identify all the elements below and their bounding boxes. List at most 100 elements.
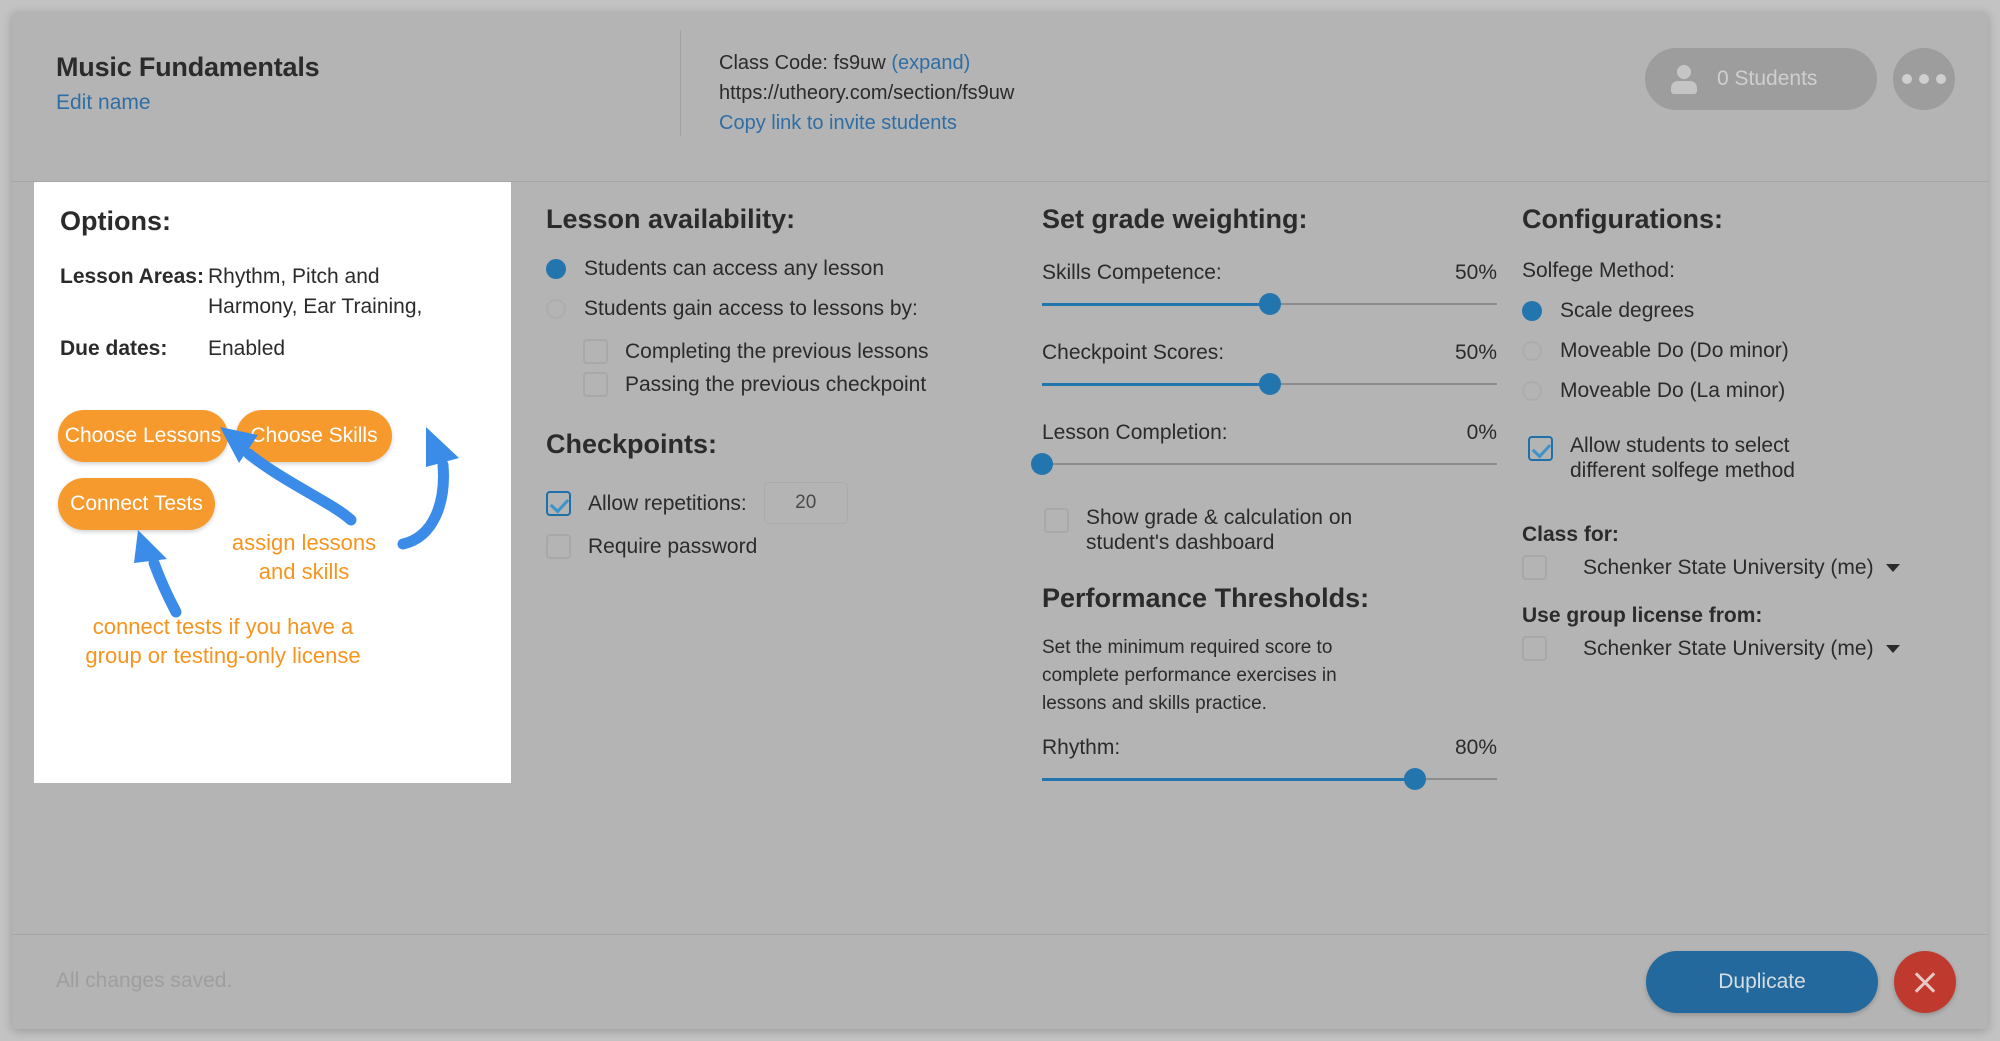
- annotation-assign: assign lessons and skills: [214, 528, 394, 586]
- checkbox-label: Completing the previous lessons: [625, 340, 929, 363]
- class-url: https://utheory.com/section/fs9uw: [719, 82, 1015, 104]
- slider-rhythm: Rhythm: 80%: [1042, 736, 1497, 790]
- radio-label: Moveable Do (La minor): [1560, 379, 1786, 402]
- expand-link[interactable]: (expand): [891, 52, 970, 74]
- checkbox-icon-unchecked: [546, 534, 571, 559]
- class-for-select[interactable]: Schenker State University (me): [1583, 556, 1900, 580]
- choose-skills-button[interactable]: Choose Skills: [236, 410, 392, 462]
- header-actions: 0 Students: [1645, 48, 1955, 110]
- title-block: Music Fundamentals Edit name: [56, 52, 320, 115]
- column-configurations: Configurations: Solfege Method: Scale de…: [1522, 204, 1942, 661]
- modal-header: Music Fundamentals Edit name Class Code:…: [12, 12, 1988, 182]
- checkbox-icon-unchecked[interactable]: [1522, 636, 1547, 661]
- radio-row-gain-access[interactable]: Students gain access to lessons by:: [546, 297, 976, 321]
- annotation-connect-line1: connect tests if you have a: [92, 614, 354, 639]
- class-for-value: Schenker State University (me): [1583, 555, 1874, 579]
- slider-lesson-completion: Lesson Completion: 0%: [1031, 421, 1497, 475]
- group-license-group: Use group license from: Schenker State U…: [1522, 604, 1942, 661]
- radio-icon-unselected: [1522, 381, 1542, 401]
- more-options-button[interactable]: [1893, 48, 1955, 110]
- annotation-connect-line2: group or testing-only license: [85, 643, 361, 668]
- lesson-availability-title: Lesson availability:: [546, 204, 796, 234]
- ellipsis-icon: [1919, 74, 1929, 84]
- group-license-select[interactable]: Schenker State University (me): [1583, 637, 1900, 661]
- checkbox-row-allow-solfege-select[interactable]: Allow students to select different solfe…: [1528, 433, 1868, 483]
- solfege-method-label: Solfege Method:: [1522, 259, 1675, 282]
- checkpoints-title: Checkpoints:: [546, 429, 718, 459]
- group-license-label: Use group license from:: [1522, 604, 1763, 627]
- class-for-label: Class for:: [1522, 523, 1619, 546]
- students-count-label: 0 Students: [1717, 67, 1818, 90]
- annotation-connect: connect tests if you have a group or tes…: [48, 612, 398, 670]
- thresholds-description: Set the minimum required score to comple…: [1042, 637, 1337, 714]
- slider-track[interactable]: [1042, 373, 1497, 395]
- checkbox-icon-checked: [1528, 436, 1553, 461]
- radio-row-moveable-la-minor[interactable]: Moveable Do (La minor): [1522, 379, 1942, 403]
- class-for-row[interactable]: Schenker State University (me): [1522, 555, 1942, 580]
- close-button[interactable]: [1894, 951, 1956, 1013]
- copy-invite-link[interactable]: Copy link to invite students: [719, 108, 1014, 138]
- slider-knob[interactable]: [1404, 768, 1427, 790]
- chevron-down-icon: [1885, 563, 1900, 572]
- annotation-assign-line1: assign lessons: [231, 530, 377, 555]
- class-code-line: Class Code: fs9uw (expand): [719, 48, 1014, 78]
- radio-row-scale-degrees[interactable]: Scale degrees: [1522, 299, 1942, 323]
- checkbox-icon-checked: [546, 490, 571, 516]
- group-license-row[interactable]: Schenker State University (me): [1522, 636, 1942, 661]
- radio-icon-unselected: [546, 299, 566, 319]
- column-grading: Set grade weighting: Skills Competence: …: [1031, 204, 1497, 790]
- checkbox-row-allow-repetitions[interactable]: Allow repetitions: 20: [546, 482, 976, 524]
- page-title: Music Fundamentals: [56, 52, 320, 82]
- checkbox-label: Show grade & calculation on student's da…: [1086, 506, 1353, 554]
- radio-label: Moveable Do (Do minor): [1560, 339, 1789, 362]
- radio-label: Students gain access to lessons by:: [584, 297, 918, 320]
- slider-track[interactable]: [1042, 768, 1497, 790]
- checkbox-row-show-grade[interactable]: Show grade & calculation on student's da…: [1044, 505, 1374, 555]
- slider-skills-competence: Skills Competence: 50%: [1042, 261, 1497, 315]
- performance-thresholds-title: Performance Thresholds:: [1042, 583, 1370, 613]
- choose-lessons-button[interactable]: Choose Lessons: [58, 410, 228, 462]
- slider-checkpoint-scores: Checkpoint Scores: 50%: [1042, 341, 1497, 395]
- slider-value: 50%: [1454, 261, 1497, 284]
- availability-sub-checkboxes: Completing the previous lessons Passing …: [583, 339, 976, 397]
- checkbox-label: Allow repetitions:: [588, 491, 747, 515]
- radio-icon-selected: [1522, 301, 1542, 321]
- slider-knob[interactable]: [1031, 453, 1053, 475]
- slider-track[interactable]: [1042, 293, 1497, 315]
- option-key: Lesson Areas:: [60, 265, 204, 288]
- checkbox-row-passing-checkpoint[interactable]: Passing the previous checkpoint: [583, 372, 976, 397]
- slider-label: Skills Competence:: [1042, 261, 1222, 284]
- modal-body: Options: Lesson Areas: Rhythm, Pitch and…: [12, 182, 1988, 934]
- column-availability: Lesson availability: Students can access…: [546, 204, 976, 559]
- header-divider: [680, 30, 681, 136]
- annotation-assign-line2: and skills: [258, 559, 350, 584]
- checkbox-row-require-password[interactable]: Require password: [546, 534, 976, 559]
- slider-knob[interactable]: [1258, 373, 1281, 395]
- radio-icon-selected: [546, 259, 566, 279]
- slider-value: 80%: [1454, 736, 1497, 759]
- save-status: All changes saved.: [56, 969, 233, 992]
- radio-icon-unselected: [1522, 341, 1542, 361]
- checkbox-label: Passing the previous checkpoint: [625, 373, 927, 396]
- radio-row-moveable-do-minor[interactable]: Moveable Do (Do minor): [1522, 339, 1942, 363]
- slider-knob[interactable]: [1258, 293, 1281, 315]
- radio-row-any-lesson[interactable]: Students can access any lesson: [546, 257, 976, 281]
- slider-label: Checkpoint Scores:: [1042, 341, 1225, 364]
- options-panel: Options: Lesson Areas: Rhythm, Pitch and…: [34, 182, 511, 783]
- radio-label: Students can access any lesson: [584, 257, 885, 280]
- duplicate-button[interactable]: Duplicate: [1646, 951, 1878, 1013]
- chevron-down-icon: [1885, 644, 1900, 653]
- slider-value: 0%: [1466, 421, 1497, 444]
- screen: Music Fundamentals Edit name Class Code:…: [0, 0, 2000, 1041]
- slider-track[interactable]: [1031, 453, 1497, 475]
- option-value: Enabled: [208, 337, 286, 360]
- checkbox-row-completing-lessons[interactable]: Completing the previous lessons: [583, 339, 976, 364]
- students-button[interactable]: 0 Students: [1645, 48, 1877, 110]
- connect-tests-button[interactable]: Connect Tests: [58, 478, 215, 530]
- checkbox-icon-unchecked: [1044, 508, 1069, 533]
- edit-name-link[interactable]: Edit name: [56, 91, 319, 115]
- repetitions-input[interactable]: 20: [763, 482, 848, 524]
- checkbox-icon-unchecked[interactable]: [1522, 555, 1547, 580]
- availability-radio-group: Students can access any lesson Students …: [546, 257, 976, 321]
- option-row-lesson-areas: Lesson Areas: Rhythm, Pitch and Harmony,…: [60, 262, 468, 322]
